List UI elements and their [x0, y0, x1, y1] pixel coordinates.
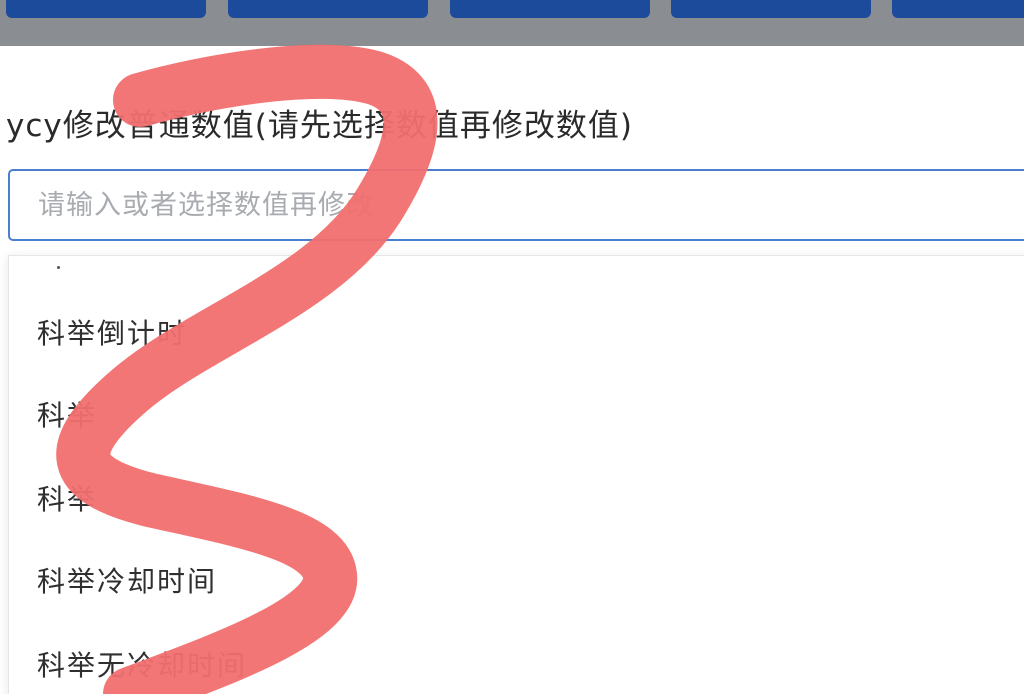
dropdown-option[interactable]: 科举冷却时间	[37, 562, 217, 602]
toolbar-button-3[interactable]	[450, 0, 650, 18]
dropdown-option[interactable]: 科举	[37, 396, 97, 436]
toolbar-button-4[interactable]	[671, 0, 871, 18]
top-toolbar	[0, 0, 1024, 46]
dropdown-option[interactable]: 科举	[37, 480, 97, 520]
toolbar-button-1[interactable]	[6, 0, 206, 18]
field-label: ycy修改普通数值(请先选择数值再修改数值)	[6, 108, 633, 144]
value-search-input[interactable]	[8, 169, 1024, 241]
app-screen: ycy修改普通数值(请先选择数值再修改数值) 科举倒计时 科举 科举 科举冷却时…	[0, 0, 1024, 694]
dropdown-option[interactable]: 科举倒计时	[37, 314, 187, 354]
toolbar-button-5[interactable]	[892, 0, 1024, 18]
dropdown-option[interactable]: 科举无冷却时间	[37, 646, 247, 686]
dropdown-scroll-indicator	[57, 266, 60, 269]
toolbar-button-2[interactable]	[228, 0, 428, 18]
options-dropdown: 科举倒计时 科举 科举 科举冷却时间 科举无冷却时间	[8, 255, 1024, 694]
